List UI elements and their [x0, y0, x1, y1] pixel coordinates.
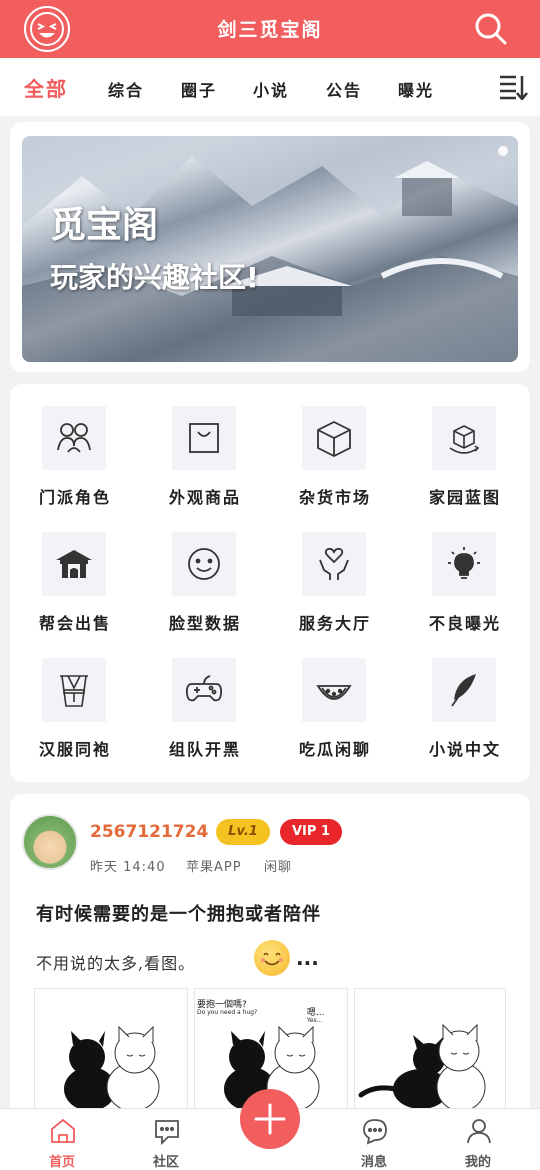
tab-circles[interactable]: 圈子 — [181, 77, 217, 101]
nav-messages[interactable]: 消息 — [334, 1109, 414, 1170]
category-home-blueprint[interactable]: 家园蓝图 — [400, 384, 530, 510]
nav-label: 首页 — [48, 1155, 75, 1170]
post-image-1[interactable] — [34, 988, 188, 1118]
category-novel-chinese[interactable]: 小说中文 — [400, 636, 530, 762]
category-bad-exposure[interactable]: 不良曝光 — [400, 510, 530, 636]
pavilion-icon — [42, 532, 106, 596]
category-label: 杂货市场 — [298, 488, 371, 507]
shopping-bag-icon — [172, 406, 236, 470]
tab-all[interactable]: 全部 — [24, 73, 68, 102]
post-category: 闲聊 — [264, 860, 293, 875]
plus-icon — [254, 1103, 286, 1135]
category-label: 服务大厅 — [298, 614, 371, 633]
category-label: 不良曝光 — [428, 614, 501, 633]
chat-dots-icon — [155, 1120, 179, 1145]
category-label: 脸型数据 — [168, 614, 241, 633]
user-icon — [467, 1119, 491, 1144]
home-icon — [51, 1118, 75, 1143]
category-label: 帮会出售 — [38, 614, 111, 633]
post-body: 不用说的太多,看图。 — [36, 954, 196, 973]
category-guild-sale[interactable]: 帮会出售 — [10, 510, 140, 636]
feather-icon — [432, 658, 496, 722]
watermelon-icon — [302, 658, 366, 722]
category-label: 小说中文 — [428, 740, 501, 759]
banner-image[interactable]: 觅宝阁 玩家的兴趣社区! — [22, 136, 518, 362]
category-team-up[interactable]: 组队开黑 — [140, 636, 270, 762]
app-title: 剑三觅宝阁 — [217, 19, 323, 41]
category-tabs: 全部 综合 圈子 小说 公告 曝光 — [0, 58, 540, 116]
category-label: 家园蓝图 — [428, 488, 501, 507]
vip-badge: VIP 1 — [280, 819, 342, 845]
gamepad-icon — [172, 658, 236, 722]
nav-label: 我的 — [464, 1155, 491, 1170]
tab-exposure[interactable]: 曝光 — [398, 77, 434, 101]
category-hanfu[interactable]: 汉服同袍 — [10, 636, 140, 762]
message-icon — [363, 1119, 387, 1145]
banner-subtitle: 玩家的兴趣社区! — [50, 261, 259, 294]
search-icon[interactable] — [474, 12, 508, 46]
tab-announcements[interactable]: 公告 — [326, 77, 362, 101]
category-label: 组队开黑 — [168, 740, 241, 759]
heart-hands-icon — [302, 532, 366, 596]
lightbulb-icon — [432, 532, 496, 596]
smile-emoji-icon — [254, 940, 290, 976]
category-sect-roles[interactable]: 门派角色 — [10, 384, 140, 510]
nav-profile[interactable]: 我的 — [438, 1109, 518, 1170]
people-icon — [42, 406, 106, 470]
nav-home[interactable]: 首页 — [22, 1109, 102, 1170]
carousel-indicator — [498, 146, 508, 156]
tab-general[interactable]: 综合 — [108, 77, 144, 101]
post-time: 昨天 14:40 — [90, 860, 166, 875]
post-username[interactable]: 2567121724 — [90, 822, 208, 842]
banner-title: 觅宝阁 — [50, 205, 159, 246]
hanfu-icon — [42, 658, 106, 722]
category-label: 吃瓜闲聊 — [298, 740, 371, 759]
level-badge: Lv.1 — [216, 819, 270, 845]
category-grid: 门派角色 外观商品 杂货市场 家园蓝图 帮会出售 脸型数据 服务大厅 不良曝光 … — [10, 384, 530, 782]
post-card[interactable]: 2567121724 Lv.1 VIP 1 昨天 14:40 苹果APP 闲聊 … — [10, 794, 530, 1124]
nav-community[interactable]: 社区 — [126, 1109, 206, 1170]
category-label: 外观商品 — [168, 488, 241, 507]
nav-label: 社区 — [152, 1155, 179, 1170]
face-icon — [172, 532, 236, 596]
category-appearance-goods[interactable]: 外观商品 — [140, 384, 270, 510]
post-image-3[interactable] — [354, 988, 506, 1118]
post-ellipsis: ... — [296, 946, 319, 970]
cube-rotate-icon — [432, 406, 496, 470]
top-bar: 剑三觅宝阁 — [0, 0, 540, 58]
post-source: 苹果APP — [186, 860, 242, 875]
bottom-nav: 首页 社区 消息 我的 — [0, 1089, 540, 1170]
category-label: 门派角色 — [38, 488, 111, 507]
tab-novels[interactable]: 小说 — [253, 77, 289, 101]
category-face-data[interactable]: 脸型数据 — [140, 510, 270, 636]
box-icon — [302, 406, 366, 470]
category-market[interactable]: 杂货市场 — [270, 384, 400, 510]
avatar[interactable] — [22, 814, 78, 870]
sort-menu-icon[interactable] — [498, 74, 528, 101]
category-service-hall[interactable]: 服务大厅 — [270, 510, 400, 636]
nav-label: 消息 — [360, 1155, 387, 1170]
comic-caption-en: Do you need a hug? — [197, 1009, 258, 1016]
category-gossip-chat[interactable]: 吃瓜闲聊 — [270, 636, 400, 762]
add-post-button[interactable] — [240, 1089, 300, 1149]
comic-reply-en: Yes... — [307, 1017, 323, 1024]
banner-card: 觅宝阁 玩家的兴趣社区! — [10, 122, 530, 372]
post-title[interactable]: 有时候需要的是一个拥抱或者陪伴 — [36, 900, 321, 926]
category-label: 汉服同袍 — [38, 740, 111, 759]
